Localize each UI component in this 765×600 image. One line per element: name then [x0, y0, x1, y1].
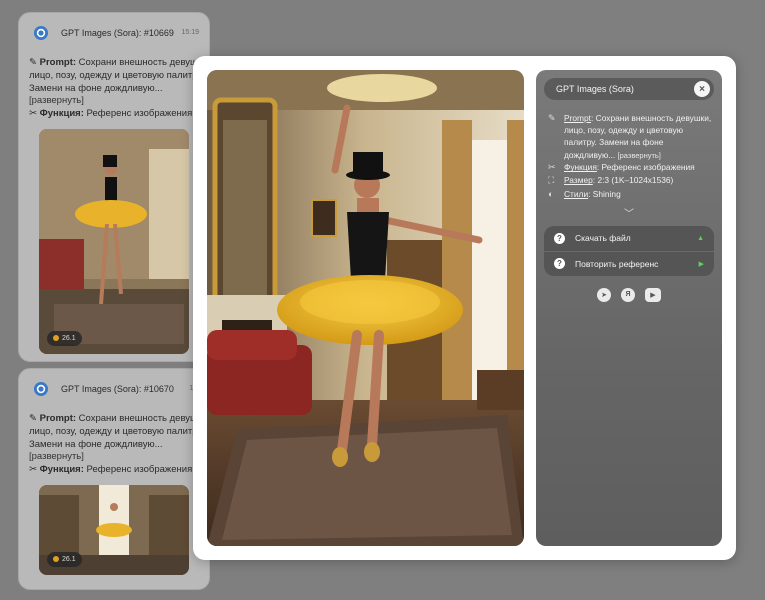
function-label: Функция: [39, 464, 84, 476]
image-viewer-modal: GPT Images (Sora) × ✎ Prompt: Сохрани вн… [193, 56, 736, 560]
chevron-down-icon[interactable]: ﹀ [544, 205, 714, 220]
app-name: GPT Images (Sora): [61, 27, 142, 38]
coin-icon [53, 556, 59, 563]
prompt-line: ✎ Prompt: Сохрани внешность девушки, [29, 413, 199, 426]
generation-number: #10669 [143, 27, 174, 38]
expand-link[interactable]: [развернуть] [29, 451, 199, 464]
function-label: Функция [564, 162, 597, 173]
timestamp: 15:19 [181, 29, 199, 37]
prompt-text-2: лицо, позу, одежду и цветовую палитру. [29, 69, 199, 81]
prompt-text-3: Замени на фоне дождливую... [29, 82, 163, 94]
style-label: Стили [564, 188, 589, 199]
yandex-icon[interactable]: Я [621, 287, 635, 302]
prompt-row: ✎ Prompt: Сохрани внешность девушки, лиц… [548, 112, 714, 161]
expand-link[interactable]: [развернуть] [29, 95, 199, 108]
feed-card-10670[interactable]: GPT Images (Sora): #10670 15: ✎ Prompt: … [18, 368, 210, 590]
pencil-icon: ✎ [29, 413, 37, 424]
help-icon: ? [554, 232, 565, 244]
resize-icon: ⛶ [548, 175, 555, 186]
prompt-text-1: Сохрани внешность девушки, [78, 57, 199, 68]
download-file-label: Скачать файл [575, 233, 631, 244]
prompt-text-3: Замени на фоне дождливую... [29, 438, 163, 450]
generation-info: ✎ Prompt: Сохрани внешность девушки, лиц… [544, 112, 714, 201]
version-badge: 26.1 [47, 330, 82, 347]
generated-image-thumbnail[interactable]: 26.1 [39, 485, 189, 576]
openai-logo-icon [34, 382, 48, 396]
feed-card-header: GPT Images (Sora): #10670 15: [29, 377, 199, 401]
generation-details-panel: GPT Images (Sora) × ✎ Prompt: Сохрани вн… [536, 70, 722, 546]
youtube-icon[interactable]: ▶ [645, 287, 661, 302]
download-file-button[interactable]: ? Скачать файл ▲ [544, 226, 714, 251]
prompt-text-2: лицо, позу, одежду и цветовую палитру. [29, 425, 199, 437]
function-value: Референс изображения [86, 108, 193, 120]
ballerina-thumbnail-art [39, 129, 189, 355]
function-row: ✂ Функция: Референс изображения [548, 161, 714, 174]
prompt-line: ✎ Prompt: Сохрани внешность девушки, [29, 57, 199, 70]
style-value: : Shining [588, 188, 621, 199]
pencil-icon: ✎ [29, 57, 37, 68]
generated-image-thumbnail[interactable]: 26.1 [39, 129, 189, 355]
arrow-right-icon: ▶ [698, 260, 704, 268]
generated-image-full[interactable] [207, 70, 524, 546]
prompt-label: Prompt: [39, 57, 77, 68]
app-name: GPT Images (Sora): [61, 383, 142, 394]
ballerina-image-art [207, 70, 524, 546]
prompt-text-1: Сохрани внешность девушки, [78, 413, 199, 424]
function-icon: ✂ [548, 162, 556, 173]
function-line: ✂ Функция: Референс изображения [29, 108, 199, 121]
repeat-reference-button[interactable]: ? Повторить референс ▶ [544, 250, 714, 276]
panel-title-bar: GPT Images (Sora) × [544, 78, 714, 100]
version-badge: 26.1 [47, 551, 82, 568]
function-line: ✂ Функция: Референс изображения [29, 464, 199, 477]
arrow-up-icon: ▲ [697, 234, 704, 242]
prompt-label: Prompt [564, 113, 591, 123]
close-icon[interactable]: × [694, 81, 710, 97]
coin-icon [53, 335, 59, 342]
pencil-icon: ✎ [548, 113, 556, 123]
panel-title: GPT Images (Sora) [556, 84, 634, 94]
repeat-reference-label: Повторить референс [575, 258, 659, 269]
share-links: ➤ Я ▶ [544, 287, 714, 302]
telegram-icon[interactable]: ➤ [597, 287, 611, 302]
generation-number: #10670 [143, 383, 174, 394]
actions-list: ? Скачать файл ▲ ? Повторить референс ▶ [544, 225, 714, 276]
size-value: : 2:3 (1K–1024x1536) [592, 175, 674, 186]
function-icon: ✂ [29, 108, 37, 120]
function-icon: ✂ [29, 464, 37, 476]
feed-card-10669[interactable]: GPT Images (Sora): #10669 15:19 ✎ Prompt… [18, 12, 210, 362]
feed-card-header: GPT Images (Sora): #10669 15:19 [29, 21, 199, 45]
function-value: : Референс изображения [596, 162, 695, 173]
style-row: ◐ Стили: Shining [548, 188, 714, 201]
function-value: Референс изображения [86, 464, 193, 476]
expand-link[interactable]: [развернуть] [618, 151, 661, 160]
openai-logo-icon [34, 26, 48, 40]
size-row: ⛶ Размер: 2:3 (1K–1024x1536) [548, 174, 714, 187]
prompt-label: Prompt: [39, 413, 77, 424]
function-label: Функция: [39, 108, 84, 120]
help-icon: ? [554, 258, 565, 270]
size-label: Размер [564, 175, 593, 186]
palette-icon: ◐ [548, 188, 554, 199]
